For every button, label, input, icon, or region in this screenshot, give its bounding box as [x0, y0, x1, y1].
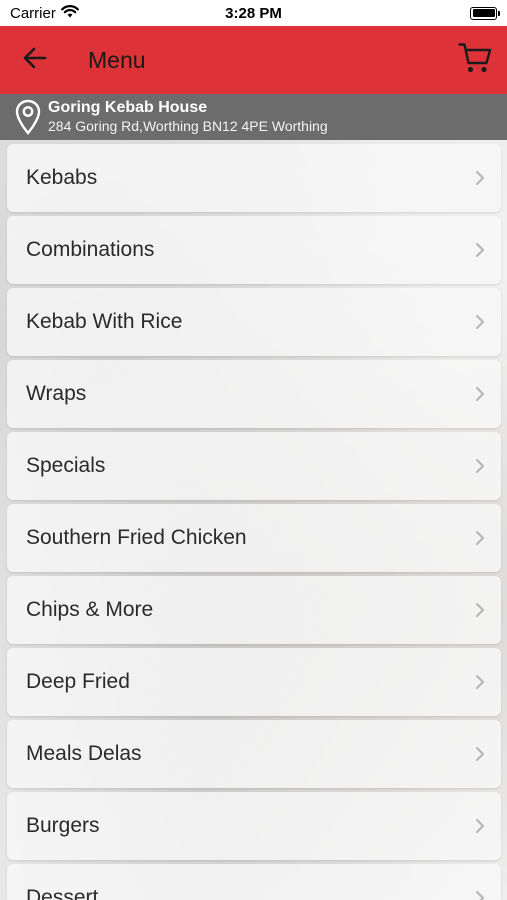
battery-icon — [470, 6, 500, 20]
location-bar[interactable]: Goring Kebab House 284 Goring Rd,Worthin… — [0, 94, 507, 140]
status-left: Carrier — [10, 5, 79, 22]
chevron-right-icon — [473, 744, 487, 764]
location-text: Goring Kebab House 284 Goring Rd,Worthin… — [48, 98, 328, 136]
chevron-right-icon — [473, 816, 487, 836]
chevron-right-icon — [473, 888, 487, 900]
menu-category-label: Deep Fried — [26, 670, 130, 693]
menu-category-label: Kebab With Rice — [26, 310, 183, 333]
menu-category-item[interactable]: Deep Fried — [7, 648, 501, 716]
menu-list: Kebabs Combinations Kebab With Rice Wraps Sp… — [7, 144, 501, 900]
map-pin-icon — [14, 99, 42, 135]
restaurant-address: 284 Goring Rd,Worthing BN12 4PE Worthing — [48, 118, 328, 134]
back-button[interactable] — [0, 26, 70, 94]
menu-category-label: Kebabs — [26, 166, 98, 189]
carrier-label: Carrier — [10, 4, 56, 22]
page-title: Menu — [88, 46, 146, 73]
menu-category-item[interactable]: Kebabs — [7, 144, 501, 212]
menu-category-item[interactable]: Meals Delas — [7, 720, 501, 788]
cart-button[interactable] — [443, 26, 507, 94]
menu-category-item[interactable]: Southern Fried Chicken — [7, 504, 501, 572]
menu-category-label: Burgers — [26, 814, 100, 837]
menu-content[interactable]: Kebabs Combinations Kebab With Rice Wraps Sp… — [0, 140, 507, 900]
menu-category-label: Chips & More — [26, 598, 154, 621]
menu-category-label: Dessert — [26, 886, 99, 900]
wifi-icon — [60, 4, 79, 22]
menu-category-item[interactable]: Kebab With Rice — [7, 288, 501, 356]
menu-category-item[interactable]: Combinations — [7, 216, 501, 284]
chevron-right-icon — [473, 168, 487, 188]
cart-icon — [458, 42, 492, 79]
chevron-right-icon — [473, 384, 487, 404]
menu-category-label: Southern Fried Chicken — [26, 526, 247, 549]
app-bar: Menu — [0, 26, 507, 94]
chevron-right-icon — [473, 600, 487, 620]
menu-category-label: Combinations — [26, 238, 155, 261]
restaurant-name: Goring Kebab House — [48, 99, 208, 116]
menu-category-label: Wraps — [26, 382, 87, 405]
menu-category-item[interactable]: Wraps — [7, 360, 501, 428]
menu-category-item[interactable]: Dessert — [7, 864, 501, 900]
menu-category-item[interactable]: Chips & More — [7, 576, 501, 644]
chevron-right-icon — [473, 240, 487, 260]
chevron-right-icon — [473, 456, 487, 476]
chevron-right-icon — [473, 672, 487, 692]
status-bar: Carrier 3:28 PM — [0, 0, 507, 26]
chevron-right-icon — [473, 312, 487, 332]
menu-category-label: Specials — [26, 454, 106, 477]
menu-category-label: Meals Delas — [26, 742, 142, 765]
chevron-right-icon — [473, 528, 487, 548]
arrow-left-icon — [23, 47, 47, 74]
menu-category-item[interactable]: Specials — [7, 432, 501, 500]
menu-category-item[interactable]: Burgers — [7, 792, 501, 860]
